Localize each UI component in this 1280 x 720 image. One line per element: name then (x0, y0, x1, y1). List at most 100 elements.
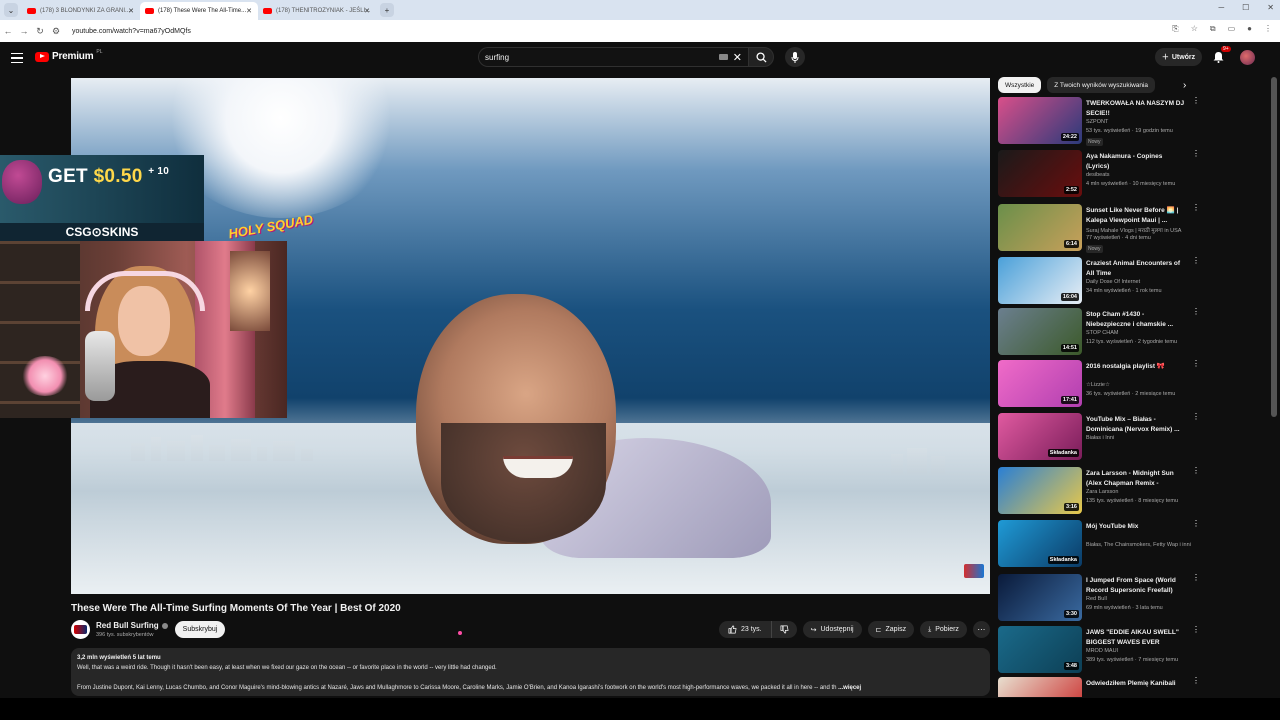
recommendation-title[interactable]: TWERKOWAŁA NA NASZYM DJ SECIE!! (1086, 99, 1186, 118)
dislike-button[interactable] (772, 621, 797, 638)
recommendation-title[interactable]: Sunset Like Never Before 🌅 | Kalepa View… (1086, 206, 1186, 225)
chip-all[interactable]: Wszystkie (998, 77, 1042, 93)
youtube-logo[interactable]: Premium PL (35, 49, 103, 62)
recommendation-title[interactable]: I Jumped From Space (World Record Supers… (1086, 576, 1186, 595)
more-actions-icon[interactable]: ⋯ (972, 621, 990, 638)
browser-tab-2[interactable]: (178) These Were The All-Time... ✕ (140, 2, 258, 20)
more-options-icon[interactable]: ⋮ (1192, 520, 1200, 532)
video-thumbnail[interactable]: 14:51 (998, 308, 1082, 355)
url-field[interactable]: youtube.com/watch?v=ma67yOdMQfs (72, 28, 191, 35)
recommendation-item[interactable]: 3:30 I Jumped From Space (World Record Su… (998, 574, 1202, 624)
recommendation-item[interactable]: 14:51 Stop Cham #1430 - Niebezpieczne i c… (998, 308, 1202, 358)
save-button[interactable]: ⊏ Zapisz (867, 621, 915, 638)
close-tab-icon[interactable]: ✕ (364, 7, 370, 15)
recommendation-title[interactable]: Aya Nakamura - Copines (Lyrics) (1086, 152, 1186, 171)
recommendation-channel[interactable]: Red Bull (1086, 596, 1202, 602)
recommendation-channel[interactable]: Suraj Mahale Vlogs | मराठी मुलगा in USA (1086, 226, 1202, 234)
recommendation-channel[interactable]: SZPONT (1086, 119, 1202, 125)
profile-icon[interactable]: ● (1247, 24, 1252, 34)
video-thumbnail[interactable]: 6:14 (998, 204, 1082, 251)
forward-icon[interactable]: → (16, 26, 32, 36)
recommendation-title[interactable]: JAWS "EDDIE AIKAU SWELL" BIGGEST WAVES E… (1086, 628, 1186, 647)
create-button[interactable]: ＋ Utwórz (1155, 48, 1202, 66)
notifications-bell-icon[interactable] (1213, 51, 1224, 63)
recommendation-channel[interactable]: Zara Larsson (1086, 489, 1202, 495)
install-app-icon[interactable]: ⎘ (1172, 24, 1178, 34)
video-thumbnail[interactable]: 17:41 (998, 360, 1082, 407)
new-tab-button[interactable]: + (380, 3, 394, 17)
bookmark-star-icon[interactable]: ☆ (1191, 24, 1198, 34)
video-thumbnail[interactable]: 2:52 (998, 150, 1082, 197)
more-options-icon[interactable]: ⋮ (1192, 150, 1200, 162)
more-options-icon[interactable]: ⋮ (1192, 360, 1200, 372)
recommendation-item[interactable]: 3:48 JAWS "EDDIE AIKAU SWELL" BIGGEST WAV… (998, 626, 1202, 676)
video-thumbnail[interactable]: 16:04 (998, 257, 1082, 304)
recommendation-channel[interactable]: desibeats (1086, 172, 1202, 178)
keyboard-icon[interactable] (719, 54, 728, 60)
page-scrollbar[interactable] (1271, 77, 1277, 417)
subscribe-button[interactable]: Subskrybuj (175, 621, 225, 638)
close-tab-icon[interactable]: ✕ (246, 7, 252, 15)
video-thumbnail[interactable]: Składanka (998, 413, 1082, 460)
video-thumbnail[interactable] (998, 677, 1082, 697)
clear-search-icon[interactable]: ✕ (733, 51, 742, 64)
recommendation-item[interactable]: 6:14 Sunset Like Never Before 🌅 | Kalepa … (998, 204, 1202, 254)
recommendation-channel[interactable]: ☆Lizzie☆ (1086, 382, 1202, 388)
recommendation-channel[interactable]: MROD MAUI (1086, 648, 1202, 654)
chip-from-search[interactable]: Z Twoich wyników wyszukiwania (1047, 77, 1156, 93)
search-button[interactable] (748, 47, 774, 67)
recommendation-item[interactable]: Składanka YouTube Mix – Białas - Dominica… (998, 413, 1202, 463)
recommendation-item[interactable]: 17:41 2016 nostalgia playlist 🎀 ☆Lizzie☆ 36… (998, 360, 1202, 410)
close-tab-icon[interactable]: ✕ (128, 7, 134, 15)
reload-icon[interactable]: ↻ (32, 26, 48, 37)
extensions-icon[interactable]: ⧉ (1210, 24, 1216, 34)
tab-search-button[interactable]: ⌄ (4, 3, 18, 17)
menu-icon[interactable]: ⋮ (1264, 24, 1272, 34)
browser-tab-3[interactable]: (178) THENITROZYNIAK - JEŚLI... ✕ (258, 2, 376, 20)
recommendation-title[interactable]: Odwiedziłem Plemię Kanibali (1086, 679, 1186, 689)
like-button[interactable]: 23 tys. (719, 621, 772, 638)
recommendation-item[interactable]: Odwiedziłem Plemię Kanibaliciwojtek⋮ (998, 677, 1202, 697)
video-thumbnail[interactable]: 3:48 (998, 626, 1082, 673)
chevron-right-icon[interactable]: › (1183, 80, 1186, 91)
more-options-icon[interactable]: ⋮ (1192, 677, 1200, 689)
hamburger-menu-icon[interactable] (11, 53, 23, 63)
download-button[interactable]: ⤓ Pobierz (920, 621, 967, 638)
more-options-icon[interactable]: ⋮ (1192, 257, 1200, 269)
more-options-icon[interactable]: ⋮ (1192, 308, 1200, 320)
channel-avatar[interactable] (71, 620, 90, 639)
recommendation-channel[interactable]: Białas i Inni (1086, 435, 1202, 441)
recommendation-title[interactable]: Zara Larsson - Midnight Sun (Alex Chapma… (1086, 469, 1186, 488)
recommendation-title[interactable]: YouTube Mix – Białas - Dominicana (Nervo… (1086, 415, 1186, 434)
search-input[interactable]: surfing ✕ (478, 47, 748, 67)
recommendation-item[interactable]: Składanka Mój YouTube Mix Białas, The Chai… (998, 520, 1202, 570)
sidebar-icon[interactable]: ▭ (1228, 24, 1236, 34)
show-more-link[interactable]: ...więcej (838, 685, 861, 691)
recommendation-item[interactable]: 2:52 Aya Nakamura - Copines (Lyrics) desib… (998, 150, 1202, 200)
back-icon[interactable]: ← (0, 26, 16, 36)
recommendation-item[interactable]: 24:22 TWERKOWAŁA NA NASZYM DJ SECIE!! SZPO… (998, 97, 1202, 147)
browser-tab-1[interactable]: (178) 3 BLONDYNKI ZA GRANI... ✕ (22, 2, 140, 20)
more-options-icon[interactable]: ⋮ (1192, 626, 1200, 638)
recommendation-item[interactable]: 3:16 Zara Larsson - Midnight Sun (Alex Ch… (998, 467, 1202, 517)
site-info-icon[interactable]: ⚙ (48, 26, 64, 37)
video-thumbnail[interactable]: 3:16 (998, 467, 1082, 514)
more-options-icon[interactable]: ⋮ (1192, 204, 1200, 216)
share-button[interactable]: ↪ Udostępnij (802, 621, 862, 638)
more-options-icon[interactable]: ⋮ (1192, 413, 1200, 425)
recommendation-item[interactable]: 16:04 Craziest Animal Encounters of All T… (998, 257, 1202, 307)
video-thumbnail[interactable]: 3:30 (998, 574, 1082, 621)
video-thumbnail[interactable]: Składanka (998, 520, 1082, 567)
voice-search-button[interactable] (785, 47, 805, 67)
recommendation-channel[interactable]: Daily Dose Of Internet (1086, 279, 1202, 285)
account-avatar[interactable] (1240, 50, 1255, 65)
recommendation-channel[interactable]: STOP CHAM (1086, 330, 1202, 336)
minimize-icon[interactable]: ─ (1218, 3, 1224, 12)
close-window-icon[interactable]: ✕ (1267, 3, 1274, 12)
more-options-icon[interactable]: ⋮ (1192, 574, 1200, 586)
recommendation-title[interactable]: Craziest Animal Encounters of All Time (1086, 259, 1186, 278)
recommendation-title[interactable]: 2016 nostalgia playlist 🎀 (1086, 362, 1186, 372)
channel-name-text[interactable]: Red Bull Surfing (96, 621, 159, 630)
maximize-icon[interactable]: ☐ (1242, 3, 1249, 12)
more-options-icon[interactable]: ⋮ (1192, 97, 1200, 109)
